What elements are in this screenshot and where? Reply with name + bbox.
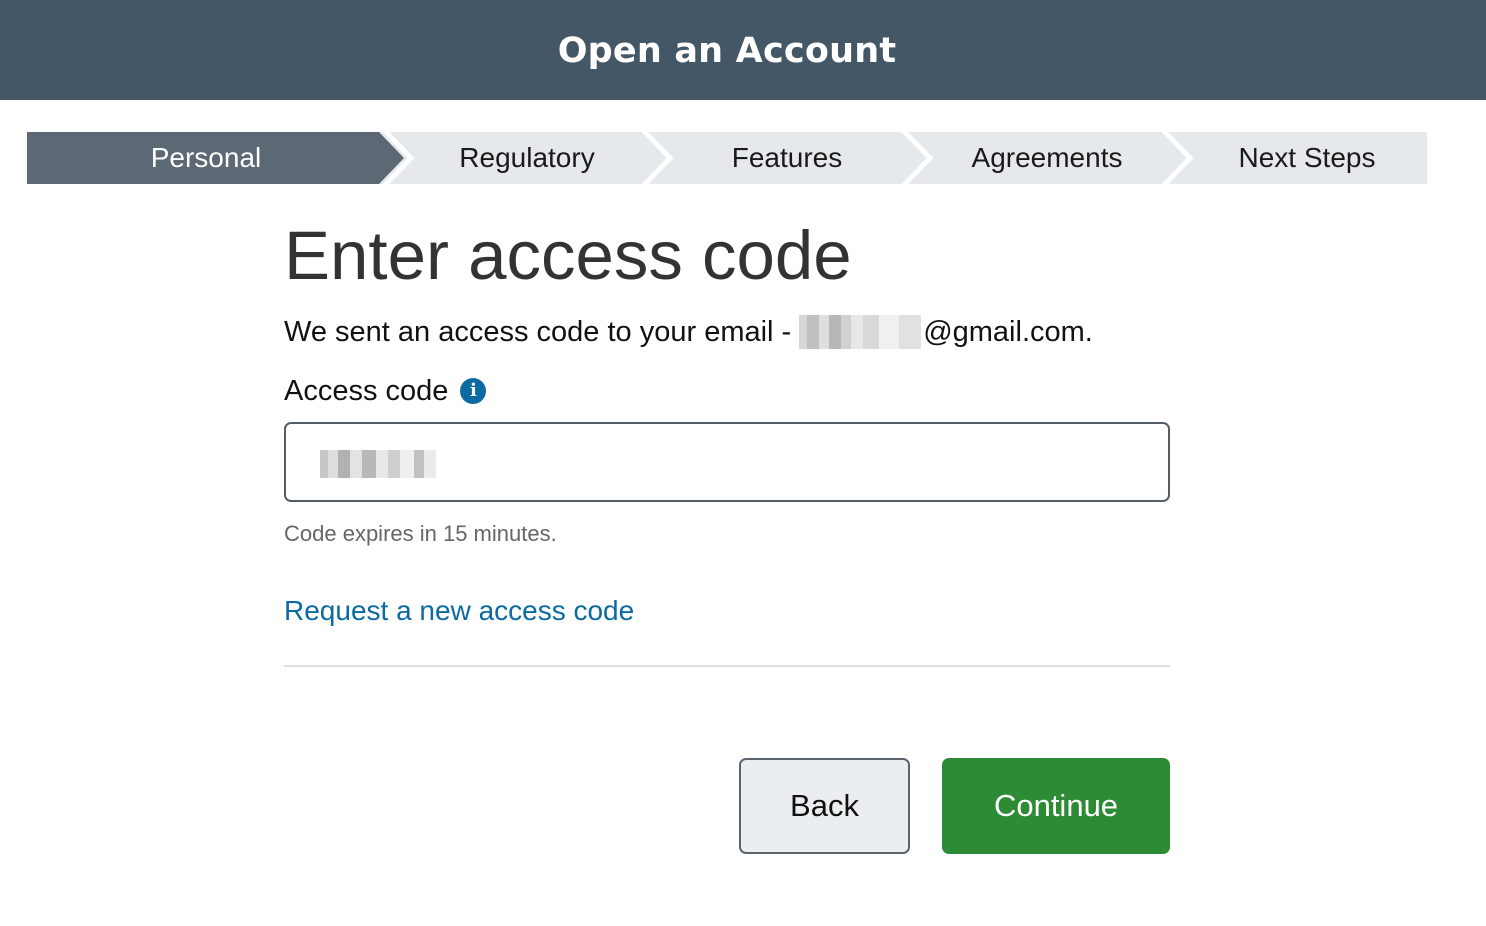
step-regulatory: Regulatory (459, 142, 595, 173)
continue-button[interactable]: Continue (942, 758, 1170, 854)
email-sent-prefix: We sent an access code to your email - (284, 316, 792, 348)
step-personal: Personal (150, 142, 262, 173)
step-agreements: Agreements (971, 142, 1123, 173)
app-header: Open an Account (0, 0, 1486, 100)
page-title: Enter access code (284, 217, 852, 294)
email-domain: @gmail.com. (923, 316, 1093, 348)
back-button[interactable]: Back (739, 758, 910, 854)
access-code-input[interactable] (286, 424, 1168, 500)
email-sent-message: We sent an access code to your email - @… (284, 313, 1093, 351)
code-expiry-hint: Code expires in 15 minutes. (284, 521, 557, 546)
form-divider (284, 665, 1170, 667)
step-features: Features (731, 142, 843, 173)
access-code-label: Access code (284, 375, 449, 407)
access-code-label-row: Access code i (284, 372, 487, 410)
progress-stepper: Personal Regulatory Features Agreements … (27, 132, 1427, 184)
access-code-field[interactable] (284, 422, 1170, 502)
request-new-code-link[interactable]: Request a new access code (284, 593, 634, 629)
redacted-email-user (799, 315, 922, 349)
step-next-steps: Next Steps (1238, 142, 1376, 173)
info-icon[interactable]: i (460, 378, 487, 404)
header-title: Open an Account (557, 31, 897, 71)
